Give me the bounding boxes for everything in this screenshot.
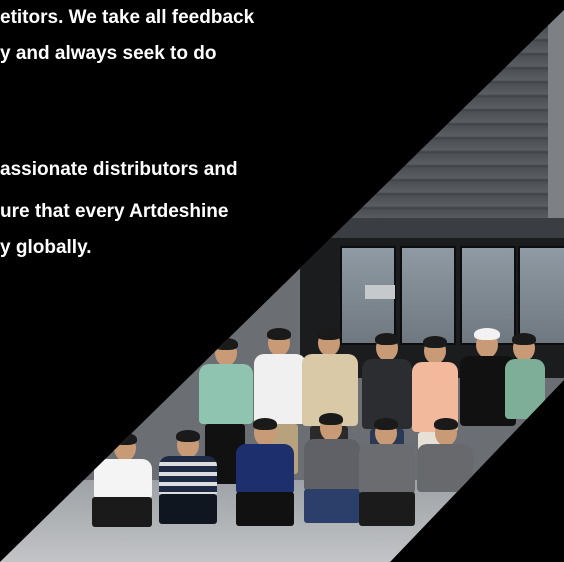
window — [518, 246, 564, 345]
paragraph-2-line-1: assionate distributors and — [0, 159, 238, 180]
building-siding — [300, 10, 564, 240]
team-member — [90, 433, 154, 545]
paragraph-2-line-2: ure that every Artdeshine — [0, 201, 229, 222]
team-photo — [0, 10, 564, 562]
paragraph-1-line-2: y and always seek to do — [0, 43, 217, 64]
paragraph-2-line-3: y globally. — [0, 237, 92, 258]
team-member — [355, 418, 417, 540]
window — [400, 246, 456, 345]
hero-section: etitors. We take all feedback y and alwa… — [0, 0, 564, 562]
team-member — [232, 418, 296, 540]
team-member — [505, 333, 545, 465]
store-sign — [365, 285, 395, 299]
team-member — [155, 430, 219, 542]
team-member — [415, 418, 475, 530]
team-member — [300, 413, 362, 540]
paragraph-1-line-1: etitors. We take all feedback — [0, 7, 255, 28]
